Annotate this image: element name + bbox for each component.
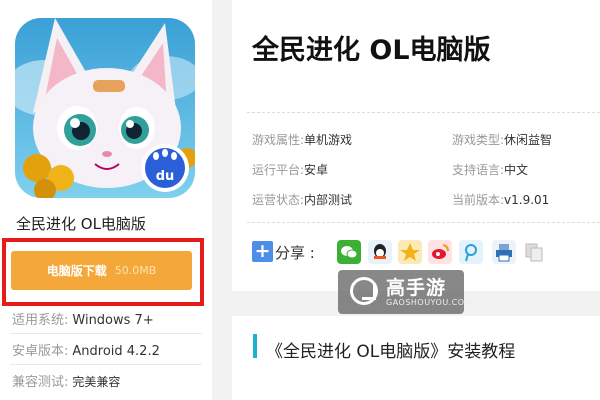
spec-os-value: Windows 7+ <box>72 313 154 328</box>
watermark-main: 高手游 <box>386 277 447 299</box>
section-title: 《全民进化 OL电脑版》安装教程 <box>266 342 516 362</box>
spec-compat: 兼容测试: 完美兼容 <box>12 371 120 390</box>
divider <box>247 222 600 223</box>
divider <box>10 333 202 334</box>
page-title: 全民进化 OL电脑版 <box>252 35 491 66</box>
attr-key: 运行平台: <box>252 163 305 177</box>
download-size: 50.0MB <box>114 264 157 277</box>
download-button[interactable]: 电脑版下载 50.0MB <box>11 251 192 290</box>
section-accent-bar <box>253 334 257 358</box>
divider <box>10 364 202 365</box>
cat-character-app-icon: du <box>15 18 195 198</box>
attr-key: 游戏属性: <box>252 133 305 147</box>
app-name: 全民进化 OL电脑版 <box>16 215 146 233</box>
attr-value: 中文 <box>504 163 529 177</box>
spec-android-value: Android 4.2.2 <box>72 344 160 359</box>
attr-platform: 运行平台:安卓 <box>252 161 328 178</box>
print-icon[interactable] <box>492 240 516 264</box>
attr-key: 支持语言: <box>452 163 505 177</box>
watermark-sub: GAOSHOUYOU.COM <box>386 298 473 307</box>
download-label: 电脑版下载 <box>46 264 107 278</box>
spec-android: 安卓版本: Android 4.2.2 <box>12 340 160 359</box>
spec-os: 适用系统: Windows 7+ <box>12 309 154 328</box>
spec-compat-value: 完美兼容 <box>72 375 121 389</box>
watermark: 高手游 GAOSHOUYOU.COM <box>338 270 472 314</box>
tencent-weibo-icon[interactable] <box>459 240 483 264</box>
attr-value: 单机游戏 <box>304 133 353 147</box>
attr-key: 运营状态: <box>252 193 305 207</box>
attr-value: 休闲益智 <box>504 133 553 147</box>
baidu-badge-text: du <box>156 169 175 184</box>
attr-value: 安卓 <box>304 163 329 177</box>
qq-icon[interactable] <box>368 240 392 264</box>
attr-status: 运营状态:内部测试 <box>252 191 352 208</box>
weibo-icon[interactable] <box>428 240 452 264</box>
spec-android-key: 安卓版本: <box>12 344 69 359</box>
attr-game-property: 游戏属性:单机游戏 <box>252 131 352 148</box>
gaoshouyou-logo-icon <box>350 277 378 305</box>
wechat-icon[interactable] <box>337 240 361 264</box>
attr-version: 当前版本:v1.9.01 <box>452 191 549 208</box>
app-icon: du <box>15 18 195 198</box>
copy-icon[interactable] <box>522 240 546 264</box>
attr-value: 内部测试 <box>304 193 353 207</box>
spec-compat-key: 兼容测试: <box>12 375 69 390</box>
divider <box>247 112 600 113</box>
spec-os-key: 适用系统: <box>12 313 69 328</box>
attr-key: 游戏类型: <box>452 133 505 147</box>
attr-game-type: 游戏类型:休闲益智 <box>452 131 552 148</box>
attr-value: v1.9.01 <box>504 193 550 207</box>
qzone-icon[interactable] <box>398 240 422 264</box>
attr-key: 当前版本: <box>452 193 505 207</box>
share-plus-icon[interactable]: + <box>252 241 273 262</box>
share-label: 分享 : <box>275 244 315 262</box>
attr-language: 支持语言:中文 <box>452 161 528 178</box>
